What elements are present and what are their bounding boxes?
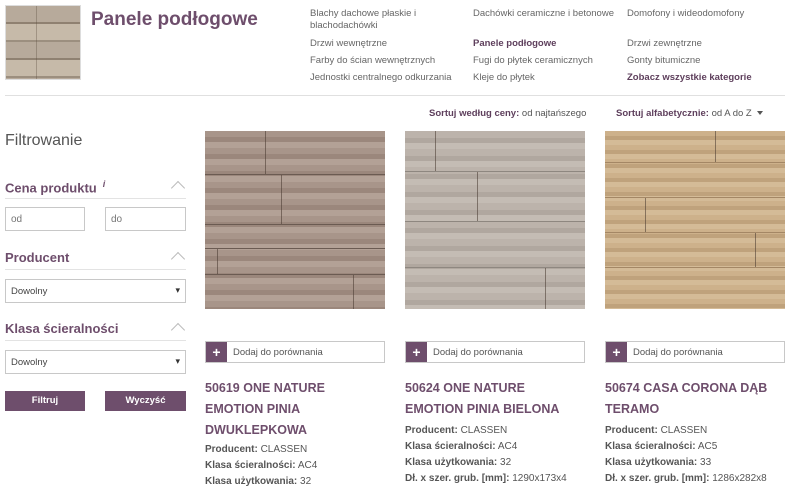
category-link[interactable]: Domofony i wideodomofony	[627, 8, 752, 20]
price-from-input[interactable]	[5, 207, 85, 231]
product-name[interactable]: 50619 ONE NATURE EMOTION PINIA DWUKLEPKO…	[205, 378, 385, 441]
category-link[interactable]: Blachy dachowe płaskie i blachodachówki	[310, 8, 452, 32]
sort-price-label: Sortuj według ceny:	[429, 108, 520, 119]
product-card[interactable]: + Dodaj do porównania 50619 ONE NATURE E…	[205, 131, 385, 487]
see-all-categories-link[interactable]: Zobacz wszystkie kategorie	[627, 72, 752, 84]
product-spec: Dł. x szer. grub. [mm]: 1290x173x4	[405, 473, 567, 484]
sort-alphabetically[interactable]: Sortuj alfabetycznie: od A do Z	[616, 108, 763, 119]
filter-title: Filtrowanie	[5, 132, 83, 149]
info-icon[interactable]: i	[103, 179, 106, 189]
sort-alpha-label: Sortuj alfabetycznie:	[616, 108, 709, 119]
category-link[interactable]: Fugi do płytek ceramicznych	[473, 55, 614, 67]
product-spec: Dł. x szer. grub. [mm]: 1286x282x8	[605, 473, 767, 484]
product-spec: Klasa użytkowania: 32	[405, 457, 512, 468]
plus-icon: +	[606, 342, 627, 362]
product-name[interactable]: 50624 ONE NATURE EMOTION PINIA BIELONA	[405, 378, 585, 420]
product-image[interactable]	[605, 131, 785, 309]
product-spec: Producent: CLASSEN	[205, 444, 308, 455]
add-to-compare-button[interactable]: + Dodaj do porównania	[605, 341, 785, 363]
product-image[interactable]	[405, 131, 585, 309]
abrasion-select[interactable]: Dowolny	[5, 350, 186, 374]
product-spec: Klasa użytkowania: 32	[205, 476, 312, 487]
product-spec: Klasa użytkowania: 33	[605, 457, 712, 468]
producer-select[interactable]: Dowolny	[5, 279, 186, 303]
category-link[interactable]: Gonty bitumiczne	[627, 55, 752, 67]
category-thumbnail	[5, 5, 81, 80]
category-link[interactable]: Jednostki centralnego odkurzania	[310, 72, 452, 84]
add-to-compare-button[interactable]: + Dodaj do porównania	[205, 341, 385, 363]
filter-button[interactable]: Filtruj	[5, 391, 85, 411]
add-to-compare-button[interactable]: + Dodaj do porównania	[405, 341, 585, 363]
product-spec: Producent: CLASSEN	[405, 425, 508, 436]
sort-by-price[interactable]: Sortuj według ceny: od najtańszego	[429, 108, 586, 119]
category-link[interactable]: Kleje do płytek	[473, 72, 614, 84]
product-card[interactable]: + Dodaj do porównania 50624 ONE NATURE E…	[405, 131, 585, 484]
category-link-active[interactable]: Panele podłogowe	[473, 38, 614, 50]
header-divider	[5, 95, 785, 96]
product-spec: Klasa ścieralności: AC5	[605, 441, 718, 452]
collapse-chevron-icon[interactable]	[170, 251, 186, 261]
product-card[interactable]: + Dodaj do porównania 50674 CASA CORONA …	[605, 131, 785, 484]
product-image[interactable]	[205, 131, 385, 309]
divider	[5, 198, 186, 199]
sort-price-value: od najtańszego	[521, 108, 587, 119]
product-spec: Klasa ścieralności: AC4	[205, 460, 318, 471]
price-filter-title[interactable]: Cena produktu i	[5, 179, 105, 195]
plus-icon: +	[406, 342, 427, 362]
category-column-3: Domofony i wideodomofony Drzwi zewnętrzn…	[627, 8, 752, 84]
category-link[interactable]: Dachówki ceramiczne i betonowe	[473, 8, 614, 20]
product-name[interactable]: 50674 CASA CORONA DĄB TERAMO	[605, 378, 785, 420]
product-spec: Producent: CLASSEN	[605, 425, 708, 436]
category-column-1: Blachy dachowe płaskie i blachodachówki D…	[310, 8, 452, 84]
category-link[interactable]: Drzwi zewnętrzne	[627, 38, 752, 50]
collapse-chevron-icon[interactable]	[170, 322, 186, 332]
category-link[interactable]: Farby do ścian wewnętrznych	[310, 55, 452, 67]
price-to-input[interactable]	[105, 207, 186, 231]
caret-down-icon	[756, 111, 763, 116]
clear-button[interactable]: Wyczyść	[105, 391, 186, 411]
page-title: Panele podłogowe	[91, 9, 258, 30]
abrasion-filter-title[interactable]: Klasa ścieralności	[5, 321, 118, 336]
collapse-chevron-icon[interactable]	[170, 180, 186, 190]
divider	[5, 340, 186, 341]
divider	[5, 269, 186, 270]
plus-icon: +	[206, 342, 227, 362]
category-column-2: Dachówki ceramiczne i betonowe Panele po…	[473, 8, 614, 84]
category-link[interactable]: Drzwi wewnętrzne	[310, 38, 452, 50]
sort-alpha-value: od A do Z	[711, 108, 752, 119]
producer-filter-title[interactable]: Producent	[5, 250, 69, 265]
product-spec: Klasa ścieralności: AC4	[405, 441, 518, 452]
